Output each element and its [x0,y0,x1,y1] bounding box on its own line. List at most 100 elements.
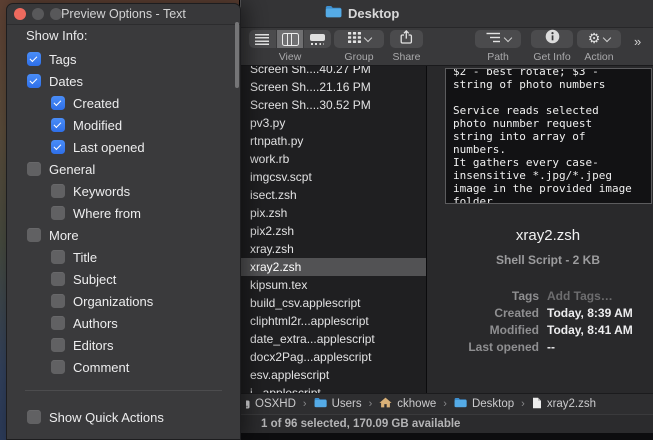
file-row-screen-sh-21-16-pm[interactable]: Screen Sh....21.16 PM [241,78,426,96]
file-row-imgcsv-scpt[interactable]: imgcsv.scpt [241,168,426,186]
group-label: Group [344,51,374,63]
share-button[interactable] [390,29,423,49]
option-row-last-opened[interactable]: Last opened [7,136,234,158]
share-icon [400,29,413,49]
checkbox-authors[interactable] [51,316,65,330]
file-row-i-applescript[interactable]: i...applescript [241,384,426,393]
option-row-keywords[interactable]: Keywords [7,180,234,202]
share-control-group: Share [390,29,423,63]
show-info-heading: Show Info: [26,28,88,43]
file-row-cliphtml2r-applescript[interactable]: cliphtml2r...applescript [241,312,426,330]
checkbox-editors[interactable] [51,338,65,352]
share-label: Share [392,51,421,63]
option-label: Tags [49,51,77,67]
checkbox-more[interactable] [27,228,41,242]
file-row-build-csv-applescript[interactable]: build_csv.applescript [241,294,426,312]
checkbox-keywords[interactable] [51,184,65,198]
toolbar-overflow-chevrons[interactable]: » [634,34,641,49]
checkbox-general[interactable] [27,162,41,176]
path-item-label: xray2.zsh [546,398,597,410]
path-item-desktop[interactable]: Desktop [454,397,514,411]
path-item-xray2-zsh[interactable]: xray2.zsh [532,397,596,412]
panel-titlebar[interactable]: Preview Options - Text [7,4,240,25]
checkbox-created[interactable] [51,96,65,110]
checkbox-comment[interactable] [51,360,65,374]
option-row-created[interactable]: Created [7,92,234,114]
path-item-label: Users [331,398,362,410]
group-button[interactable] [334,30,384,48]
window-bottom-edge [241,433,653,440]
file-row-isect-zsh[interactable]: isect.zsh [241,186,426,204]
option-row-authors[interactable]: Authors [7,312,234,334]
option-row-show-quick-actions[interactable]: Show Quick Actions [7,406,240,428]
chevron-down-icon [603,33,612,42]
option-row-editors[interactable]: Editors [7,334,234,356]
field-value-created: Today, 8:39 AM [547,306,633,321]
option-row-where-from[interactable]: Where from [7,202,234,224]
option-rows: Tags Dates Created Modified Last opened Gener… [7,48,234,378]
finder-window: Desktop View Group Share Path Get Info ⚙… [240,0,653,440]
checkbox-subject[interactable] [51,272,65,286]
option-label: Comment [73,359,130,375]
action-button[interactable]: ⚙ [577,30,621,48]
path-bar: OSXHD › Users › ckhowe › Desktop › xray2.zsh [241,393,653,414]
get-info-label: Get Info [533,51,571,63]
checkbox-last-opened[interactable] [51,140,65,154]
option-row-general[interactable]: General [7,158,234,180]
checkbox-tags[interactable] [27,52,41,66]
path-item-ckhowe[interactable]: ckhowe [379,397,436,411]
checkbox-where-from[interactable] [51,206,65,220]
file-row-docx2pag-applescript[interactable]: docx2Pag...applescript [241,348,426,366]
gallery-view-button[interactable] [303,30,331,48]
option-row-modified[interactable]: Modified [7,114,234,136]
file-row-date-extra-applescript[interactable]: date_extra...applescript [241,330,426,348]
column-view-button[interactable] [275,30,304,48]
checkbox-show-quick-actions[interactable] [27,410,41,424]
checkbox-dates[interactable] [27,74,41,88]
list-view-button[interactable] [249,30,276,48]
finder-titlebar[interactable]: Desktop [241,0,653,28]
group-grid-icon [347,30,361,48]
file-row-kipsum-tex[interactable]: kipsum.tex [241,276,426,294]
file-row-rtnpath-py[interactable]: rtnpath.py [241,132,426,150]
path-item-osxhd[interactable]: OSXHD [246,398,296,410]
path-item-users[interactable]: Users [314,397,362,411]
folder-icon [314,397,327,411]
option-row-tags[interactable]: Tags [7,48,234,70]
checkbox-organizations[interactable] [51,294,65,308]
field-label: Last opened [468,339,539,354]
path-list-icon [486,30,501,48]
file-row-pv3-py[interactable]: pv3.py [241,114,426,132]
file-row-screen-sh-30-52-pm[interactable]: Screen Sh....30.52 PM [241,96,426,114]
file-row-xray2-zsh[interactable]: xray2.zsh [241,258,426,276]
panel-divider [25,390,222,391]
option-label: General [49,161,96,177]
option-row-dates[interactable]: Dates [7,70,234,92]
option-label: Organizations [73,293,154,309]
panel-scrollbar-thumb[interactable] [235,22,239,88]
file-row-pix-zsh[interactable]: pix.zsh [241,204,426,222]
option-row-comment[interactable]: Comment [7,356,234,378]
file-row-xray-zsh[interactable]: xray.zsh [241,240,426,258]
option-row-organizations[interactable]: Organizations [7,290,234,312]
view-label: View [278,51,302,63]
file-icon [532,397,542,412]
file-row-work-rb[interactable]: work.rb [241,150,426,168]
option-row-subject[interactable]: Subject [7,268,234,290]
checkbox-title[interactable] [51,250,65,264]
preview-metadata-fields: Tags Add Tags… Created Today, 8:39 AM Modifi… [427,288,653,355]
path-separator-icon: › [443,398,447,410]
file-row-esv-applescript[interactable]: esv.applescript [241,366,426,384]
option-row-more[interactable]: More [7,224,234,246]
file-row-screen-sh-40-27-pm[interactable]: Screen Sh....40.27 PM [241,66,426,78]
preview-file-name: xray2.zsh [515,227,581,244]
field-value-tags[interactable]: Add Tags… [547,289,613,303]
file-row-pix2-zsh[interactable]: pix2.zsh [241,222,426,240]
path-button[interactable] [475,30,521,48]
checkbox-modified[interactable] [51,118,65,132]
get-info-button[interactable] [531,29,573,48]
option-row-title[interactable]: Title [7,246,234,268]
option-label: Dates [49,73,83,89]
folder-icon [454,397,467,411]
desktop-folder-icon [325,5,342,23]
